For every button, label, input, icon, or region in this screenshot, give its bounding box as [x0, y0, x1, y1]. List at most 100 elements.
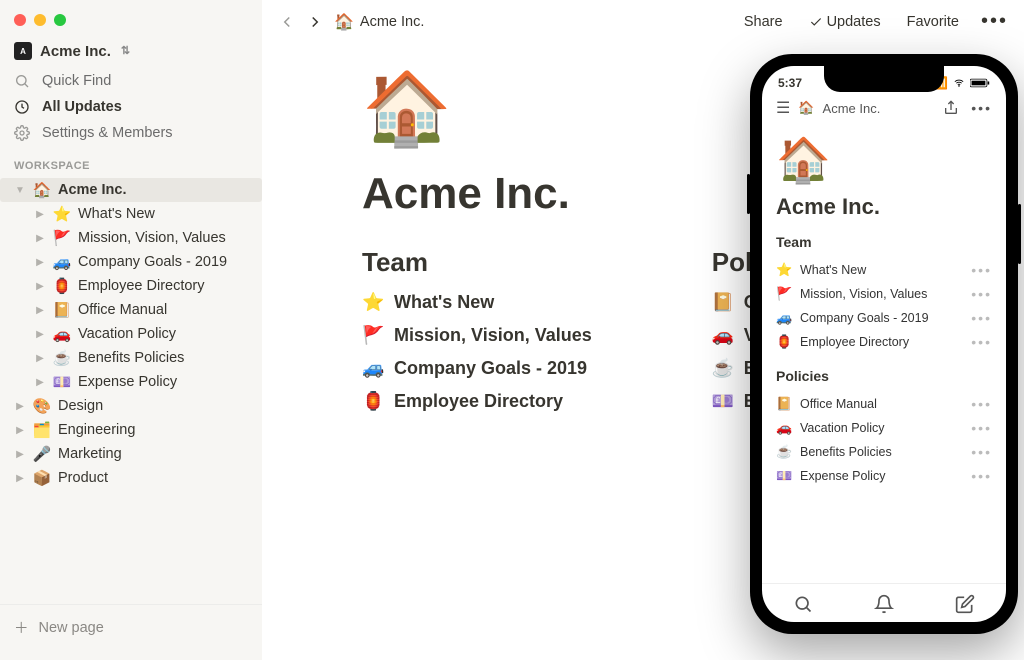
team-column: Team ⭐What's New 🚩Mission, Vision, Values…	[362, 247, 592, 424]
phone-item-label: Office Manual	[800, 397, 877, 411]
phone-item-emoji-icon: 🏮	[776, 334, 792, 350]
page-emoji-icon: 🚩	[52, 229, 72, 247]
phone-item-more-icon[interactable]: •••	[971, 310, 992, 326]
chevron-right-icon[interactable]: ▶	[34, 377, 46, 388]
tree-child-label: Office Manual	[78, 302, 167, 318]
tree-child[interactable]: ▶🚗Vacation Policy	[0, 322, 262, 346]
tree-root-acme[interactable]: ▼ 🏠 Acme Inc.	[0, 178, 262, 202]
phone-list-item[interactable]: 📔Office Manual•••	[776, 392, 992, 416]
phone-item-more-icon[interactable]: •••	[971, 334, 992, 350]
chevron-right-icon[interactable]: ▶	[34, 329, 46, 340]
phone-item-label: Company Goals - 2019	[800, 311, 929, 325]
tree-sibling[interactable]: ▶📦Product	[0, 466, 262, 490]
phone-list-item[interactable]: 🏮Employee Directory•••	[776, 330, 992, 354]
new-page-button[interactable]: ＋ New page	[0, 604, 262, 650]
chevron-right-icon[interactable]: ▶	[14, 401, 26, 412]
minimize-window-button[interactable]	[34, 14, 46, 26]
phone-updates-tab[interactable]	[874, 594, 894, 614]
phone-item-more-icon[interactable]: •••	[971, 420, 992, 436]
chevron-right-icon[interactable]: ▶	[34, 353, 46, 364]
phone-item-more-icon[interactable]: •••	[971, 286, 992, 302]
link-label: Employee Directory	[394, 391, 563, 412]
phone-list-item[interactable]: 🚩Mission, Vision, Values•••	[776, 282, 992, 306]
phone-item-emoji-icon: 🚙	[776, 310, 792, 326]
chevron-right-icon[interactable]: ▶	[34, 257, 46, 268]
chevron-right-icon[interactable]: ▶	[14, 449, 26, 460]
phone-item-more-icon[interactable]: •••	[971, 468, 992, 484]
phone-item-more-icon[interactable]: •••	[971, 262, 992, 278]
new-page-label: New page	[39, 620, 104, 636]
tree-child[interactable]: ▶⭐What's New	[0, 202, 262, 226]
chevron-right-icon[interactable]: ▶	[34, 233, 46, 244]
settings-members[interactable]: Settings & Members	[0, 120, 262, 146]
hamburger-icon[interactable]: ☰	[776, 98, 790, 118]
quick-find[interactable]: Quick Find	[0, 68, 262, 94]
phone-search-tab[interactable]	[793, 594, 813, 614]
phone-list-item[interactable]: ⭐What's New•••	[776, 258, 992, 282]
phone-item-more-icon[interactable]: •••	[971, 396, 992, 412]
phone-time: 5:37	[778, 76, 802, 90]
tree-child-label: Company Goals - 2019	[78, 254, 227, 270]
tree-child-label: Vacation Policy	[78, 326, 176, 342]
page-emoji-icon: 📦	[32, 469, 52, 487]
chevron-right-icon[interactable]: ▶	[34, 305, 46, 316]
plus-icon: ＋	[14, 617, 29, 638]
all-updates[interactable]: All Updates	[0, 94, 262, 120]
more-menu-button[interactable]: •••	[981, 10, 1008, 33]
phone-item-label: Expense Policy	[800, 469, 885, 483]
page-emoji-icon: 🎨	[32, 397, 52, 415]
phone-list-item[interactable]: ☕Benefits Policies•••	[776, 440, 992, 464]
link-label: Company Goals - 2019	[394, 358, 587, 379]
chevron-right-icon[interactable]: ▶	[14, 473, 26, 484]
phone-item-more-icon[interactable]: •••	[971, 444, 992, 460]
team-link[interactable]: 🚩Mission, Vision, Values	[362, 325, 592, 346]
tree-sibling[interactable]: ▶🎤Marketing	[0, 442, 262, 466]
updates-button[interactable]: Updates	[809, 14, 881, 30]
tree-sibling[interactable]: ▶🗂️Engineering	[0, 418, 262, 442]
tree-child[interactable]: ▶💷Expense Policy	[0, 370, 262, 394]
unfold-icon: ⇅	[121, 47, 130, 55]
maximize-window-button[interactable]	[54, 14, 66, 26]
page-emoji-icon: 📔	[52, 301, 72, 319]
phone-list-item[interactable]: 🚙 Company Goals - 2019 •••	[776, 306, 992, 330]
phone-screen: 5:37 📶 ☰ 🏠 Acme Inc. •••	[762, 66, 1006, 622]
chevron-down-icon[interactable]: ▼	[14, 185, 26, 196]
tree-sibling-label: Design	[58, 398, 103, 414]
close-window-button[interactable]	[14, 14, 26, 26]
chevron-right-icon[interactable]: ▶	[34, 209, 46, 220]
phone-topbar: ☰ 🏠 Acme Inc. •••	[762, 94, 1006, 128]
phone-mockup: 5:37 📶 ☰ 🏠 Acme Inc. •••	[750, 54, 1018, 634]
phone-list-item[interactable]: 🚗Vacation Policy•••	[776, 416, 992, 440]
breadcrumb[interactable]: 🏠 Acme Inc.	[334, 12, 424, 32]
favorite-button[interactable]: Favorite	[907, 14, 959, 30]
tree-child[interactable]: ▶🏮Employee Directory	[0, 274, 262, 298]
nav-forward-button[interactable]	[306, 13, 324, 31]
share-icon[interactable]	[943, 100, 959, 116]
phone-page-icon[interactable]: 🏠	[776, 134, 992, 186]
phone-item-label: Benefits Policies	[800, 445, 892, 459]
tree-child-label: Mission, Vision, Values	[78, 230, 226, 246]
window-controls	[0, 10, 262, 40]
phone-page-title[interactable]: Acme Inc.	[776, 194, 992, 220]
tree-child[interactable]: ▶🚙Company Goals - 2019	[0, 250, 262, 274]
phone-compose-tab[interactable]	[955, 594, 975, 614]
phone-list-item[interactable]: 💷Expense Policy•••	[776, 464, 992, 488]
team-link[interactable]: 🏮Employee Directory	[362, 391, 592, 412]
tree-child[interactable]: ▶ 📔 Office Manual	[0, 298, 262, 322]
tree-sibling[interactable]: ▶ 🎨 Design	[0, 394, 262, 418]
chevron-right-icon[interactable]: ▶	[34, 281, 46, 292]
page-emoji-icon: 🏮	[52, 277, 72, 295]
team-heading: Team	[362, 247, 592, 278]
nav-back-button[interactable]	[278, 13, 296, 31]
chevron-right-icon[interactable]: ▶	[14, 425, 26, 436]
tree-child[interactable]: ▶☕Benefits Policies	[0, 346, 262, 370]
page-emoji-icon: ☕	[52, 349, 72, 367]
gear-icon	[14, 125, 32, 141]
share-button[interactable]: Share	[744, 14, 783, 30]
team-link[interactable]: ⭐What's New	[362, 292, 592, 313]
workspace-switcher[interactable]: A Acme Inc. ⇅	[0, 40, 262, 68]
phone-more-button[interactable]: •••	[971, 100, 992, 116]
tree-child[interactable]: ▶ 🚩 Mission, Vision, Values	[0, 226, 262, 250]
team-link[interactable]: 🚙Company Goals - 2019	[362, 358, 592, 379]
all-updates-label: All Updates	[42, 99, 122, 115]
